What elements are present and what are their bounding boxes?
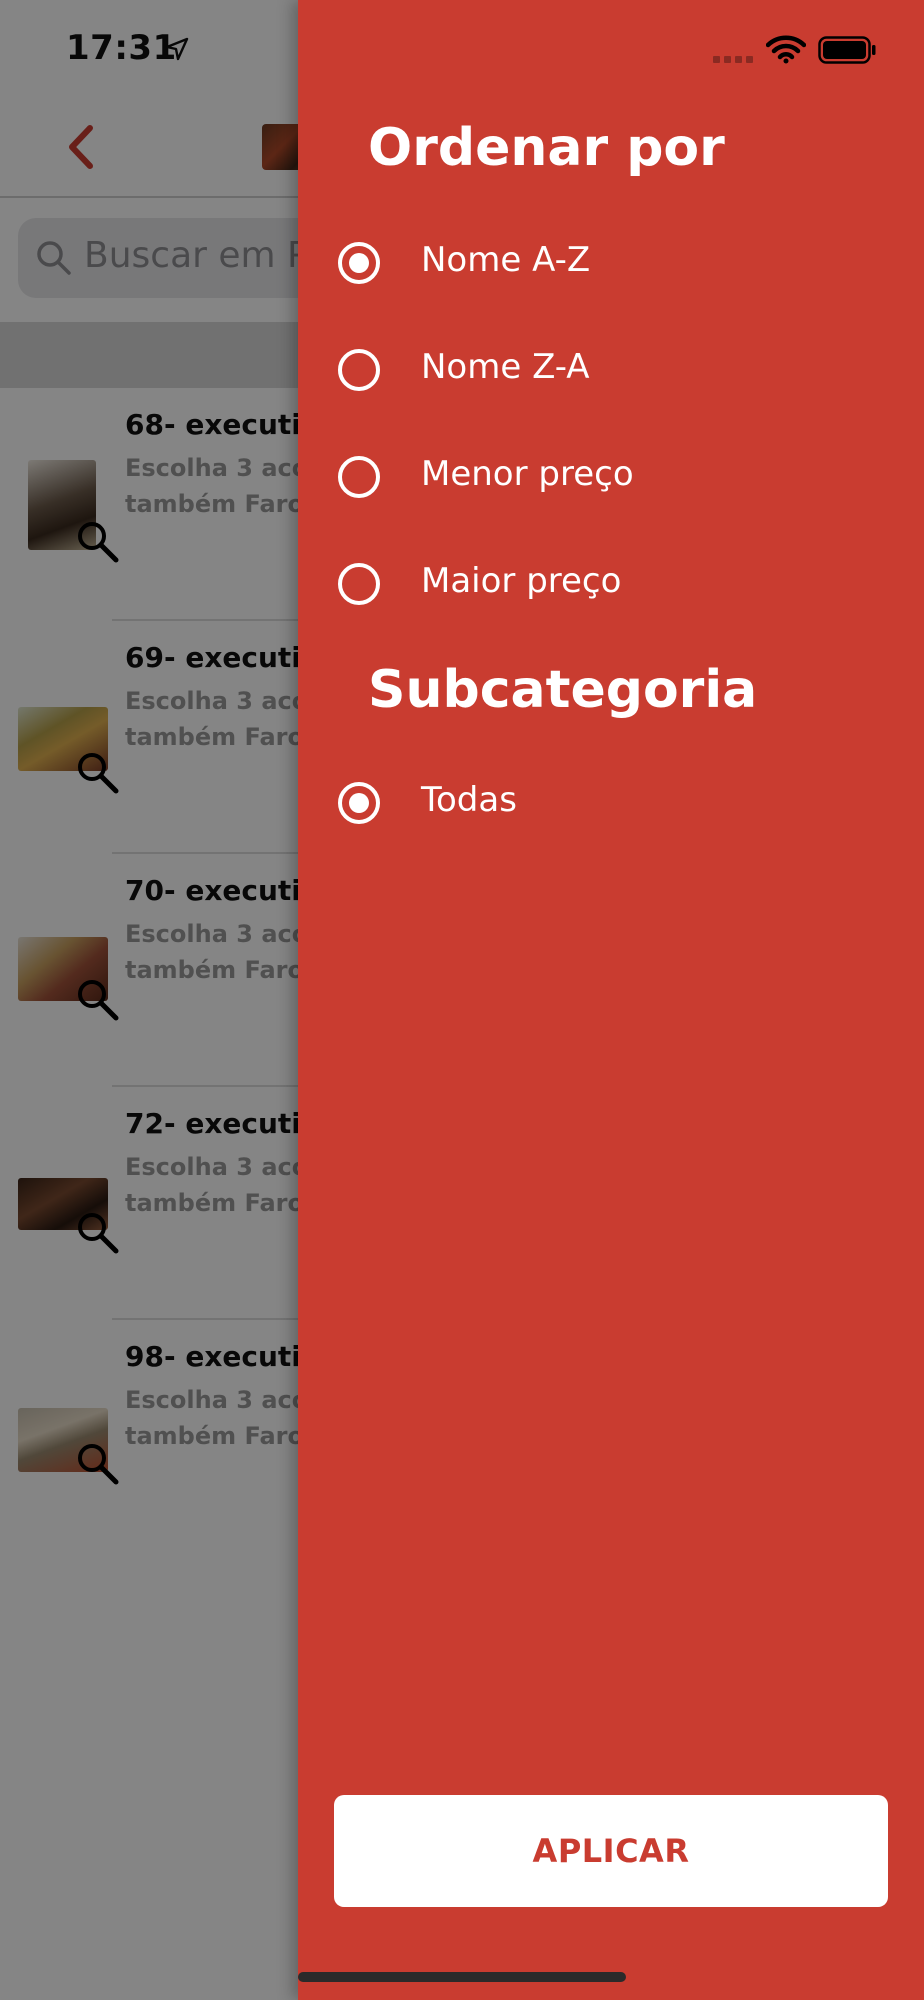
filter-drawer: Ordenar por Nome A-Z Nome Z-A Menor preç… xyxy=(298,0,924,2000)
battery-icon xyxy=(818,36,876,64)
option-label: Nome Z-A xyxy=(421,347,590,387)
subcategory-title: Subcategoria xyxy=(368,660,758,720)
radio-button-selected[interactable] xyxy=(338,782,380,824)
option-label: Todas xyxy=(421,780,517,820)
sort-option-name-za[interactable]: Nome Z-A xyxy=(338,329,898,409)
radio-button[interactable] xyxy=(338,563,380,605)
wifi-icon xyxy=(766,35,806,64)
sort-option-name-az[interactable]: Nome A-Z xyxy=(338,222,898,302)
option-label: Maior preço xyxy=(421,561,622,601)
option-label: Menor preço xyxy=(421,454,634,494)
radio-button[interactable] xyxy=(338,456,380,498)
radio-button-selected[interactable] xyxy=(338,242,380,284)
apply-button-label: APLICAR xyxy=(532,1832,690,1870)
order-by-title: Ordenar por xyxy=(368,118,725,178)
sort-option-lowest-price[interactable]: Menor preço xyxy=(338,436,898,516)
cellular-signal-icon xyxy=(713,56,753,63)
apply-button[interactable]: APLICAR xyxy=(334,1795,888,1907)
subcategory-option-all[interactable]: Todas xyxy=(338,762,898,842)
status-bar-right xyxy=(298,0,924,100)
radio-button[interactable] xyxy=(338,349,380,391)
home-indicator[interactable] xyxy=(298,1972,626,1982)
option-label: Nome A-Z xyxy=(421,240,591,280)
sort-option-highest-price[interactable]: Maior preço xyxy=(338,543,898,623)
